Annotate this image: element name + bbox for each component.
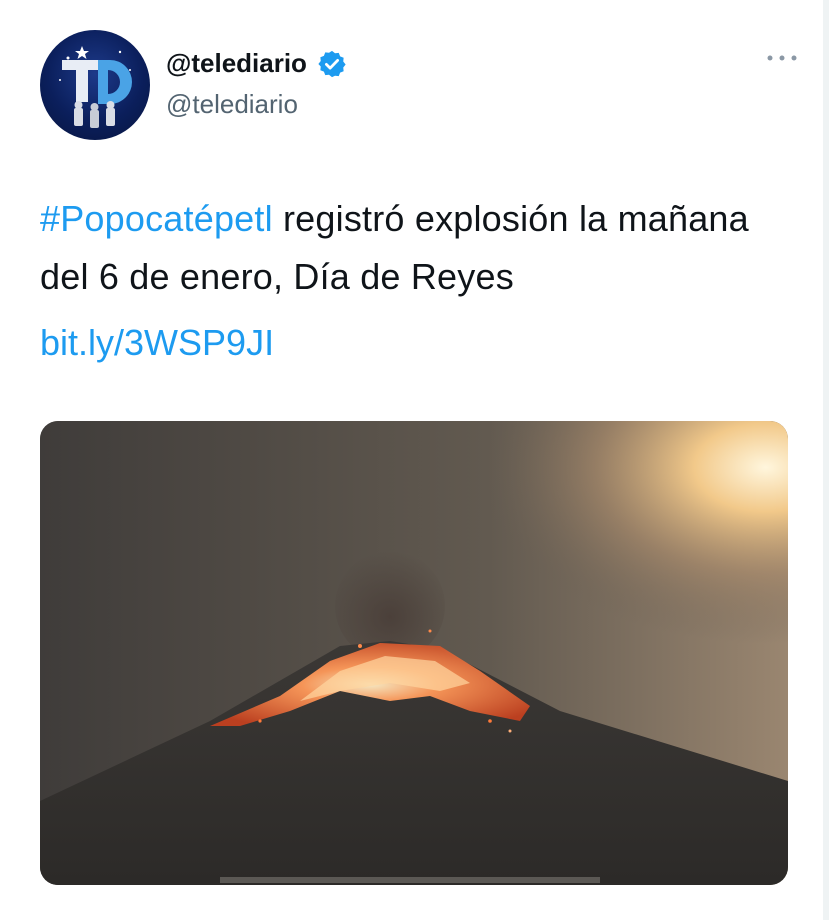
display-name[interactable]: @telediario (166, 48, 307, 79)
hashtag-link[interactable]: #Popocatépetl (40, 198, 273, 239)
tweet-media-image[interactable] (40, 421, 788, 885)
verified-badge-icon (318, 50, 347, 77)
avatar[interactable] (40, 30, 150, 140)
more-options-icon[interactable] (764, 50, 800, 66)
tweet-header: @telediario @telediario (40, 30, 800, 140)
tweet-link[interactable]: bit.ly/3WSP9JI (40, 322, 274, 364)
user-handle[interactable]: @telediario (166, 89, 347, 120)
tweet-card[interactable]: @telediario @telediario #Popocatépetl re… (0, 0, 829, 920)
volcano-image (40, 421, 788, 885)
tweet-text: #Popocatépetl registró explosión la maña… (40, 190, 800, 306)
scroll-edge (823, 0, 829, 920)
user-names: @telediario @telediario (166, 48, 347, 120)
avatar-logo-icon (59, 46, 132, 128)
